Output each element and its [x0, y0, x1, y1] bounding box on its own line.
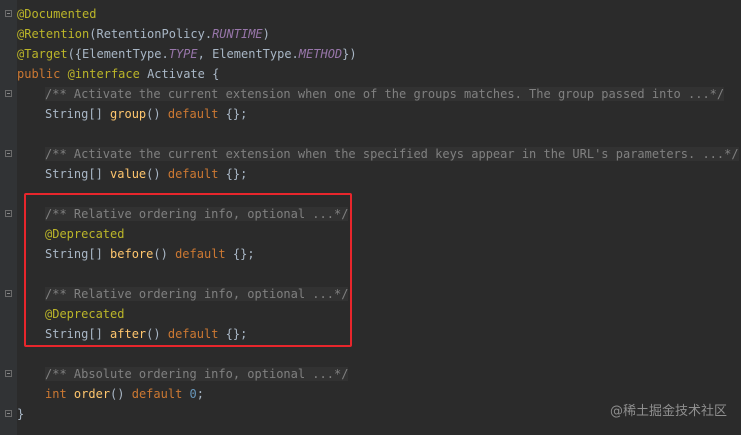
keyword: default [131, 387, 183, 401]
fold-toggle-icon[interactable] [5, 410, 12, 417]
fold-toggle-icon[interactable] [5, 150, 12, 157]
highlight-box [24, 193, 352, 347]
code-text: {}; [225, 107, 248, 121]
code-line[interactable]: } [17, 404, 24, 424]
method-name: order [73, 387, 111, 401]
type: String[] [45, 167, 103, 181]
code-text: }) [342, 47, 357, 61]
fold-toggle-icon[interactable] [5, 290, 12, 297]
code-text: () [146, 167, 161, 181]
type: String[] [45, 107, 103, 121]
constant: RUNTIME [212, 27, 263, 41]
annotation: @Retention [17, 27, 90, 41]
annotation: @Target [17, 47, 68, 61]
code-text: ({ElementType. [67, 47, 169, 61]
method-name: value [110, 167, 147, 181]
annotation: @Documented [17, 7, 97, 21]
code-text: {}; [225, 167, 248, 181]
code-text: ; [196, 387, 205, 401]
code-text: ) [262, 27, 270, 41]
code-line[interactable]: /** Activate the current extension when … [17, 144, 739, 164]
fold-toggle-icon[interactable] [5, 90, 12, 97]
code-line[interactable]: String[] value() default {}; [17, 164, 247, 184]
keyword: default [167, 167, 219, 181]
fold-toggle-icon[interactable] [5, 10, 12, 17]
code-line[interactable]: String[] group() default {}; [17, 104, 247, 124]
constant: TYPE [168, 47, 198, 61]
collapsed-comment[interactable]: /** Absolute ordering info, optional ...… [45, 367, 349, 381]
annotation: @interface [67, 67, 140, 81]
code-line[interactable]: @Documented [17, 4, 96, 24]
code-text: () [110, 387, 125, 401]
collapsed-comment[interactable]: /** Activate the current extension when … [45, 147, 739, 161]
code-line[interactable]: public @interface Activate { [17, 64, 219, 84]
code-text: , ElementType. [197, 47, 299, 61]
keyword: default [167, 107, 219, 121]
code-line[interactable]: @Target({ElementType.TYPE, ElementType.M… [17, 44, 357, 64]
brace: } [17, 407, 25, 421]
interface-name: Activate [147, 67, 205, 81]
code-line[interactable]: @Retention(RetentionPolicy.RUNTIME) [17, 24, 270, 44]
constant: METHOD [298, 47, 343, 61]
method-name: group [110, 107, 147, 121]
fold-toggle-icon[interactable] [5, 370, 12, 377]
code-text: () [146, 107, 161, 121]
watermark: @稀土掘金技术社区 [609, 404, 727, 419]
collapsed-comment[interactable]: /** Activate the current extension when … [45, 87, 725, 101]
keyword: public [17, 67, 61, 81]
fold-toggle-icon[interactable] [5, 210, 12, 217]
code-text: (RetentionPolicy. [89, 27, 213, 41]
code-line[interactable]: /** Activate the current extension when … [17, 84, 725, 104]
code-line[interactable]: int order() default 0; [17, 384, 204, 404]
number-literal: 0 [189, 387, 197, 401]
brace: { [212, 67, 220, 81]
keyword: int [45, 387, 67, 401]
code-line[interactable]: /** Absolute ordering info, optional ...… [17, 364, 349, 384]
